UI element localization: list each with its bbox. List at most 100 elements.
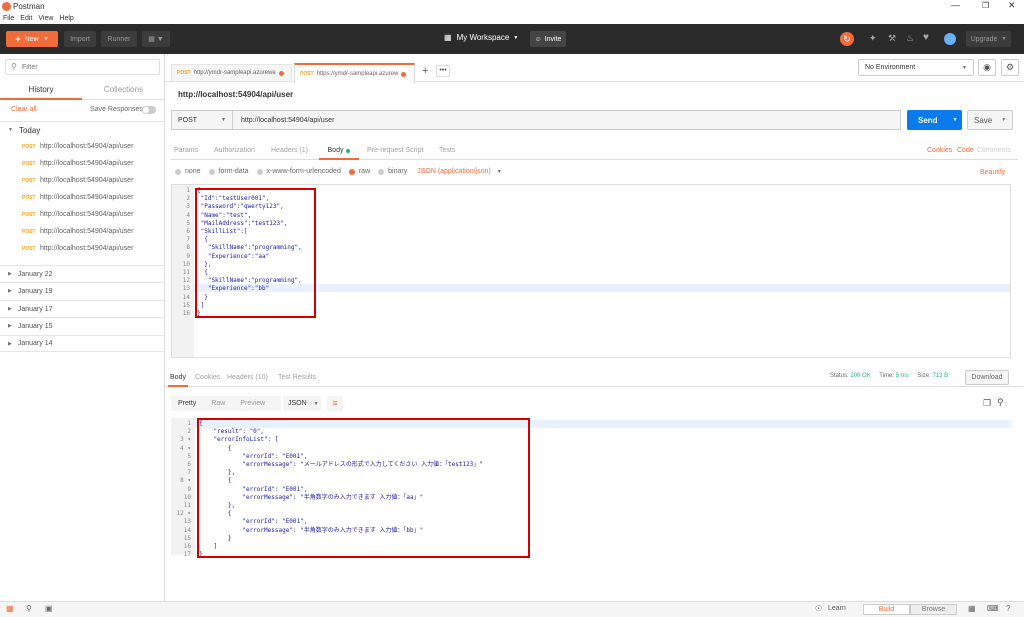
search-icon[interactable]: ⚲ [997, 397, 1004, 408]
comments-link[interactable]: Comments [977, 147, 1011, 154]
response-tab-test-results[interactable]: Test Results [278, 374, 316, 381]
menu-help[interactable]: Help [59, 15, 73, 22]
history-group[interactable]: ▶ January 15 [0, 317, 165, 334]
new-window-button[interactable]: ▦ ▼ [142, 31, 170, 47]
new-button[interactable]: + New ▼ [6, 31, 58, 47]
more-tabs-icon[interactable]: ••• [436, 65, 450, 77]
tab-params[interactable]: Params [174, 147, 198, 154]
search-input[interactable] [22, 62, 152, 72]
bell-icon[interactable]: ♨ [906, 33, 914, 44]
list-item[interactable]: POST http://localhost:54904/api/user [0, 155, 165, 172]
view-raw[interactable]: Raw [211, 400, 225, 407]
tab-body[interactable]: Body [319, 143, 359, 160]
radio-none[interactable] [175, 168, 181, 175]
list-item[interactable]: POST http://localhost:54904/api/user [0, 240, 165, 257]
runner-button[interactable]: Runner [101, 31, 137, 47]
wrap-icon[interactable]: ≡ [327, 396, 343, 411]
clear-all-link[interactable]: Clear all [11, 106, 37, 113]
download-button[interactable]: Download [965, 370, 1009, 385]
list-item[interactable]: POST http://localhost:54904/api/user [0, 138, 165, 155]
beautify-link[interactable]: Beautify [980, 169, 1005, 176]
response-tab-cookies[interactable]: Cookies [195, 374, 220, 381]
maximize-icon[interactable]: ❐ [982, 1, 989, 10]
radio-urlencoded[interactable] [256, 168, 263, 175]
view-preview[interactable]: Preview [240, 400, 265, 407]
workspace-switcher[interactable]: ▦ My Workspace ▼ [444, 33, 518, 42]
heart-icon[interactable]: ♥ [923, 32, 929, 43]
layout-icon[interactable]: ▦ [968, 604, 976, 613]
find-icon[interactable]: ⚲ [26, 604, 32, 613]
list-item[interactable]: POST http://localhost:54904/api/user [0, 189, 165, 206]
content-type-select[interactable]: JSON (application/json) ▼ [417, 168, 501, 175]
radio-raw[interactable] [348, 168, 355, 175]
tab-pre-request-script[interactable]: Pre-request Script [367, 147, 423, 154]
url-input[interactable]: http://localhost:54904/api/user [233, 110, 901, 130]
sync-icon[interactable]: ↻ [840, 32, 854, 46]
wrench-icon[interactable]: ⚒ [888, 33, 896, 44]
upgrade-button[interactable]: Upgrade ▼ [966, 31, 1011, 47]
chevron-down-icon: ▼ [1001, 36, 1007, 42]
response-gutter-numbers: 1 2 3 ▾ 4 ▾ 5 6 7 8 ▾ 9 10 11 12 ▾ 13 14… [171, 420, 191, 559]
tab-tests[interactable]: Tests [439, 147, 455, 154]
save-button[interactable]: Save ▼ [967, 110, 1013, 130]
view-pretty[interactable]: Pretty [178, 400, 196, 407]
close-icon[interactable]: ✕ [1008, 0, 1016, 11]
environment-select[interactable]: No Environment ▼ [858, 59, 974, 76]
send-button[interactable]: Send ▼ [907, 110, 962, 130]
menu-view[interactable]: View [38, 15, 53, 22]
window-title: Postman [13, 2, 45, 11]
copy-icon[interactable]: ❐ [983, 398, 991, 409]
menu-file[interactable]: File [3, 15, 14, 22]
save-responses-toggle[interactable] [142, 106, 156, 114]
invite-button[interactable]: ☺ Invite [530, 31, 566, 47]
history-group[interactable]: ▶ January 17 [0, 300, 165, 317]
list-item[interactable]: POST http://localhost:54904/api/user [0, 223, 165, 240]
line-number: 4 [186, 211, 190, 219]
list-item[interactable]: POST http://localhost:54904/api/user [0, 206, 165, 223]
list-item[interactable]: POST http://localhost:54904/api/user [0, 172, 165, 189]
browse-button[interactable]: Browse [910, 604, 957, 615]
tab-history[interactable]: History [0, 81, 82, 100]
lightbulb-icon: ☉ [815, 604, 823, 613]
format-select[interactable]: JSON ▼ [283, 396, 321, 411]
response-tab-headers[interactable]: Headers (10) [227, 374, 268, 381]
gear-icon[interactable]: ⚙ [1001, 59, 1019, 76]
help-icon[interactable]: ? [1006, 604, 1010, 613]
chevron-down-icon: ▼ [8, 127, 13, 133]
add-tab-icon[interactable]: + [422, 65, 428, 77]
history-group[interactable]: ▶ January 14 [0, 335, 165, 352]
tab-collections[interactable]: Collections [82, 81, 165, 100]
search-icon: ⚲ [11, 62, 17, 71]
avatar[interactable] [944, 33, 956, 45]
build-button[interactable]: Build [863, 604, 910, 615]
sidebar-toggle-icon[interactable]: ▦ [6, 604, 14, 613]
radio-form-data[interactable] [208, 168, 215, 175]
tab-headers[interactable]: Headers (1) [271, 147, 308, 154]
learn-link[interactable]: Learn [828, 605, 846, 612]
code-link[interactable]: Code [957, 147, 974, 154]
console-icon[interactable]: ▣ [45, 604, 53, 613]
today-group[interactable]: ▼ Today [0, 121, 165, 138]
line-number: 13 [182, 285, 190, 293]
menu-edit[interactable]: Edit [20, 15, 32, 22]
method-select[interactable]: POST ▼ [171, 110, 233, 130]
line-number: 14 [182, 293, 190, 301]
search-box[interactable]: ⚲ [5, 59, 160, 75]
line-number: 8 [186, 244, 190, 252]
request-tab[interactable]: POST http://ymdr-sampleapi.azurewe [171, 64, 292, 82]
tab-authorization[interactable]: Authorization [214, 147, 255, 154]
cookies-link[interactable]: Cookies [927, 147, 952, 154]
keyboard-icon[interactable]: ⌨ [987, 604, 999, 613]
radio-binary[interactable] [378, 168, 385, 175]
history-group[interactable]: ▶ January 22 [0, 265, 165, 282]
line-number: 11 [182, 269, 190, 277]
eye-icon[interactable]: ◉ [978, 59, 996, 76]
response-tab-body[interactable]: Body [168, 370, 188, 387]
response-highlight-box [197, 418, 530, 558]
satellite-icon[interactable]: ✦ [869, 33, 877, 44]
request-tab-active[interactable]: POST https://ymdr-sampleapi.azurew [294, 63, 415, 83]
request-title[interactable]: http://localhost:54904/api/user [178, 90, 293, 99]
import-button[interactable]: Import [64, 31, 96, 47]
history-group[interactable]: ▶ January 19 [0, 282, 165, 299]
minimize-icon[interactable]: — [951, 0, 960, 10]
